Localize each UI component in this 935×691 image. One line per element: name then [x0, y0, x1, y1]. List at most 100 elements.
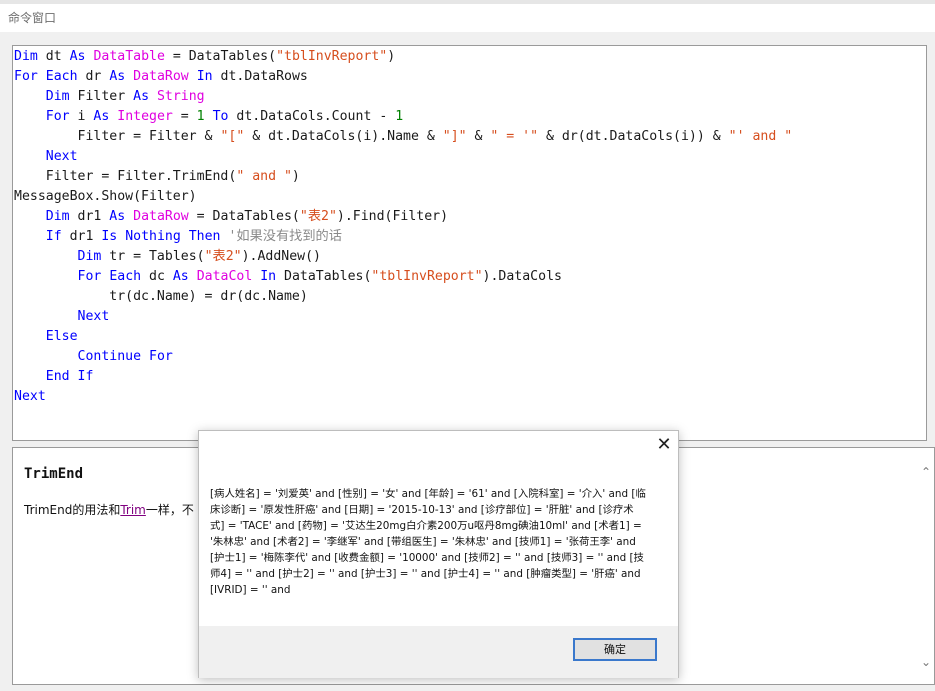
code-line: tr(dc.Name) = dr(dc.Name)	[14, 287, 792, 307]
code-token: For	[14, 69, 38, 84]
code-token: 1	[196, 109, 205, 124]
code-token: dt.DataRows	[212, 69, 308, 84]
code-line: Dim dt As DataTable = DataTables("tblInv…	[14, 47, 792, 67]
scroll-down-icon[interactable]: ⌄	[920, 656, 932, 668]
code-token: "表2"	[204, 249, 242, 264]
help-link-trim[interactable]: Trim	[120, 503, 146, 517]
code-token: Filter	[69, 89, 134, 104]
code-token: As	[133, 89, 150, 104]
help-scrollbar[interactable]: ⌃ ⌄	[916, 458, 934, 678]
help-text: TrimEnd的用法和Trim一样，不	[24, 501, 194, 518]
code-token: Filter = Filter.TrimEnd(	[14, 169, 237, 184]
code-token: As	[69, 49, 86, 64]
code-token: '如果没有找到的话	[228, 229, 342, 244]
code-token: End	[45, 369, 70, 384]
code-token: Dim	[45, 209, 70, 224]
code-token: If	[77, 369, 94, 384]
code-editor[interactable]: Dim dt As DataTable = DataTables("tblInv…	[12, 45, 927, 441]
ok-button[interactable]: 确定	[573, 638, 657, 661]
code-token: dt.DataCols.Count -	[228, 109, 396, 124]
code-token: DataRow	[133, 69, 189, 84]
close-icon[interactable]: ✕	[655, 436, 673, 454]
code-token: Each	[45, 69, 78, 84]
code-line: Continue For	[14, 347, 792, 367]
code-token: & dr(dt.DataCols(i)) &	[538, 129, 729, 144]
code-token: For	[149, 349, 173, 364]
code-token: Next	[77, 309, 110, 324]
help-title: TrimEnd	[24, 466, 84, 482]
code-token: =	[172, 109, 197, 124]
code-token: MessageBox.Show(Filter)	[14, 189, 197, 204]
code-token: = DataTables(	[188, 209, 300, 224]
window-title-bar: 命令窗口	[0, 4, 935, 32]
code-line: End If	[14, 367, 792, 387]
bottom-border	[0, 685, 935, 691]
code-token: As	[109, 209, 126, 224]
code-token: dr	[77, 69, 110, 84]
code-token: i	[69, 109, 94, 124]
code-line: Next	[14, 307, 792, 327]
code-token: DataRow	[133, 209, 189, 224]
code-token: DataTable	[93, 49, 165, 64]
code-token: If	[45, 229, 62, 244]
code-token: Dim	[77, 249, 102, 264]
code-token: "' and "	[728, 129, 793, 144]
code-line: Next	[14, 147, 792, 167]
code-token: & dt.DataCols(i).Name &	[244, 129, 443, 144]
code-token: " and "	[236, 169, 292, 184]
code-token: " = '"	[490, 129, 539, 144]
code-line: MessageBox.Show(Filter)	[14, 187, 792, 207]
code-token: )	[291, 169, 300, 184]
dialog-message: [病人姓名] = '刘爱英' and [性别] = '女' and [年龄] =…	[210, 488, 646, 596]
scroll-up-icon[interactable]: ⌃	[920, 466, 932, 478]
code-token: Is	[101, 229, 118, 244]
code-line: Dim Filter As String	[14, 87, 792, 107]
code-token: Next	[45, 149, 78, 164]
code-token: As	[109, 69, 126, 84]
code-token: As	[172, 269, 189, 284]
code-token: Integer	[117, 109, 173, 124]
code-token: Dim	[45, 89, 70, 104]
code-token: For	[77, 269, 102, 284]
code-token: String	[156, 89, 205, 104]
code-token: "tblInvReport"	[276, 49, 388, 64]
code-token: Then	[188, 229, 221, 244]
code-token: = DataTables(	[164, 49, 277, 64]
code-token: Continue	[77, 349, 142, 364]
code-token: "表2"	[299, 209, 337, 224]
code-token: DataTables(	[276, 269, 372, 284]
code-line: For i As Integer = 1 To dt.DataCols.Coun…	[14, 107, 792, 127]
code-token: As	[93, 109, 110, 124]
code-line: Dim tr = Tables("表2").AddNew()	[14, 247, 792, 267]
code-line: For Each dc As DataCol In DataTables("tb…	[14, 267, 792, 287]
code-token: In	[196, 69, 213, 84]
code-line: If dr1 Is Nothing Then '如果没有找到的话	[14, 227, 792, 247]
code-token: Each	[109, 269, 142, 284]
code-token: "tblInvReport"	[371, 269, 483, 284]
code-line: Next	[14, 387, 792, 407]
code-line: Filter = Filter & "[" & dt.DataCols(i).N…	[14, 127, 793, 147]
code-token: "["	[220, 129, 245, 144]
code-token: Else	[45, 329, 78, 344]
editor-scrollbar[interactable]	[927, 45, 935, 441]
code-content[interactable]: Dim dt As DataTable = DataTables("tblInv…	[14, 47, 792, 407]
code-line: Else	[14, 327, 792, 347]
code-line: For Each dr As DataRow In dt.DataRows	[14, 67, 792, 87]
